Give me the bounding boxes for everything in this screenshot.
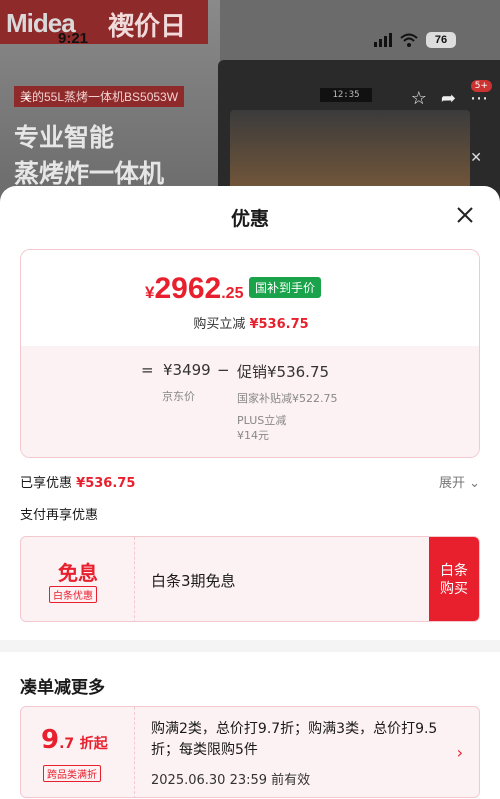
promo-validity: 2025.06.30 23:59 前有效 [151,773,311,788]
coupon-tag: 白条优惠 [49,586,97,603]
baitiao-buy-button[interactable]: 白条 购买 [429,537,479,621]
promo-rate-unit: 折起 [79,736,108,752]
jd-price-label: 京东价 [162,390,195,403]
promo-rate-decimal: .7 [59,736,75,752]
cross-category-promo[interactable]: 9.7 折起 跨品类满折 购满2类，总价打9.7折；购满3类，总价打9.5折；每… [20,706,480,798]
promo-tag: 跨品类满折 [43,765,101,782]
expand-label: 展开 [438,476,465,491]
expand-button[interactable]: 展开 ⌄ [439,472,480,491]
coupon-headline: 免息 [58,561,98,585]
chevron-right-icon[interactable]: › [457,743,463,762]
promo-total: 促销¥536.75 [237,363,330,381]
enjoyed-value: ¥536.75 [76,476,136,491]
baitiao-coupon[interactable]: 免息 白条优惠 白条3期免息 白条 购买 [20,536,480,622]
discount-sheet: 优惠 ¥2962.25 国补到手价 购买立减 ¥536.75 = ¥3499 −… [0,186,500,799]
brand-tag: 褉价日 [108,11,187,41]
final-price-decimal: .25 [221,285,244,302]
message-badge: 5+ [470,80,492,92]
instant-discount-label: 购买立减 [193,317,246,332]
sheet-title: 优惠 [230,208,269,230]
status-icons: 76 [374,32,456,48]
instant-discount-value: ¥536.75 [249,317,309,332]
price-card: ¥2962.25 国补到手价 购买立减 ¥536.75 = ¥3499 − 促销… [20,249,480,458]
buy-button-line2: 购买 [440,581,468,597]
status-time: 9:21 [58,30,89,47]
plus-discount-value: ¥14元 [237,429,269,442]
close-icon[interactable] [456,206,474,224]
slogan-line2: 蒸烤炸一体机 [14,160,165,188]
final-price-integer: 2962 [154,272,222,305]
minus-sign: − [217,361,230,379]
slogan-line1: 专业智能 [14,124,115,152]
chevron-down-icon: ⌄ [469,476,480,491]
enjoyed-label: 已享优惠 [20,476,73,491]
equals-sign: = [141,361,154,379]
buy-button-line1: 白条 [440,563,468,579]
wifi-icon [400,33,418,47]
pay-more-title: 支付再享优惠 [20,508,99,523]
enjoyed-discount: 已享优惠 ¥536.75 [20,472,135,491]
subsidy-badge: 国补到手价 [249,277,322,298]
final-price: ¥2962.25 [145,272,243,306]
product-name: 美的55L蒸烤一体机BS5053W [14,86,185,107]
subsidy-detail: 国家补贴减¥522.75 [237,392,338,405]
share-icon[interactable]: ➦ [441,88,456,109]
promo-rate-integer: 9 [41,725,60,755]
oven-display: 12:35 [320,88,372,102]
signal-icon [374,33,392,47]
promo-rate: 9.7 折起 [41,725,108,755]
star-icon[interactable]: ☆ [411,88,427,109]
promo-description: 购满2类，总价打9.7折；购满3类，总价打9.5折；每类限购5件 [151,721,438,758]
more-section-title: 凑单减更多 [20,678,105,698]
back-icon[interactable]: ‹ [24,88,30,107]
instant-discount-line: 购买立减 ¥536.75 [21,313,479,332]
plus-discount-label: PLUS立减 [237,414,287,427]
background-close-icon: ✕ [470,150,482,166]
battery-indicator: 76 [426,32,456,48]
jd-price: ¥3499 [163,361,211,379]
coupon-description: 白条3期免息 [151,572,236,590]
section-divider [0,640,500,652]
background-product-page: 12:35 Midea 褉价日 9:21 76 美的55L蒸烤一体机BS5053… [0,0,500,210]
